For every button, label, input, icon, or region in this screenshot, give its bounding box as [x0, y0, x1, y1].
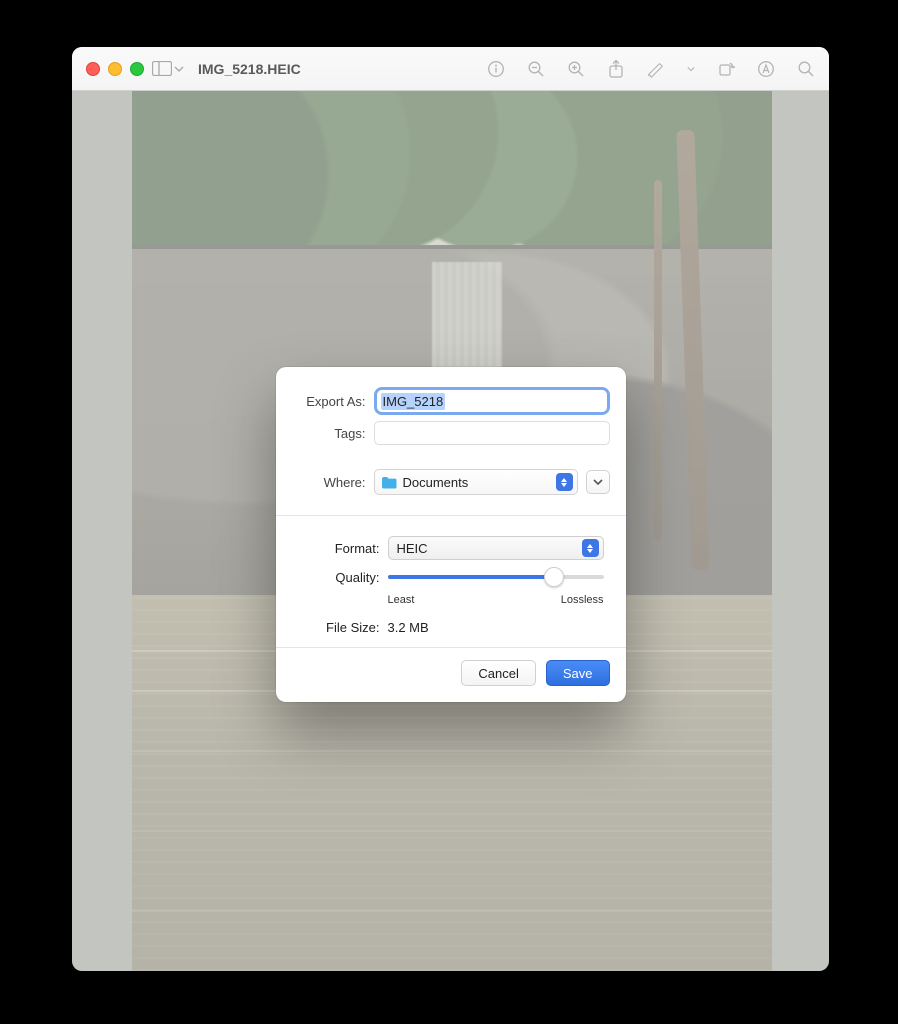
zoom-in-icon — [567, 60, 585, 78]
sidebar-toggle-button[interactable] — [152, 61, 172, 76]
markup-button[interactable] — [647, 60, 665, 78]
window-title: IMG_5218.HEIC — [198, 61, 301, 77]
chevron-down-icon — [592, 477, 604, 487]
zoom-in-button[interactable] — [567, 60, 585, 78]
cancel-button-label: Cancel — [478, 666, 518, 681]
where-stepper — [556, 473, 573, 491]
search-button[interactable] — [797, 60, 815, 78]
quality-max-label: Lossless — [561, 594, 604, 606]
info-icon — [487, 60, 505, 78]
format-value: HEIC — [397, 541, 582, 556]
a-in-circle-icon — [757, 60, 775, 78]
inspector-button[interactable] — [757, 60, 775, 78]
rotate-icon — [717, 60, 735, 78]
zoom-window-button[interactable] — [130, 62, 144, 76]
zoom-out-button[interactable] — [527, 60, 545, 78]
format-popup[interactable]: HEIC — [388, 536, 604, 560]
tags-field[interactable] — [374, 421, 610, 445]
export-as-field[interactable]: IMG_5218 — [377, 390, 607, 412]
chevron-down-icon — [687, 65, 695, 73]
export-sheet: Export As: IMG_5218 Tags: Where: — [276, 367, 626, 702]
minimize-window-button[interactable] — [108, 62, 122, 76]
format-label: Format: — [292, 541, 388, 556]
save-button-label: Save — [563, 666, 593, 681]
traffic-lights — [86, 62, 144, 76]
share-icon — [608, 59, 624, 79]
sidebar-icon — [152, 61, 172, 76]
zoom-out-icon — [527, 60, 545, 78]
export-as-value: IMG_5218 — [381, 393, 446, 410]
expand-save-panel-button[interactable] — [586, 470, 610, 494]
toolbar-right — [487, 60, 815, 78]
slider-thumb-icon — [544, 567, 564, 587]
file-size-label: File Size: — [292, 620, 388, 635]
export-as-label: Export As: — [292, 394, 374, 409]
window-titlebar: IMG_5218.HEIC — [72, 47, 829, 91]
where-popup[interactable]: Documents — [374, 469, 578, 495]
quality-label: Quality: — [292, 570, 388, 585]
sidebar-menu-chevron[interactable] — [174, 61, 184, 76]
export-as-field-focus-ring: IMG_5218 — [374, 387, 610, 415]
close-window-button[interactable] — [86, 62, 100, 76]
share-button[interactable] — [607, 60, 625, 78]
markup-icon — [647, 60, 665, 78]
info-button[interactable] — [487, 60, 505, 78]
rotate-button[interactable] — [717, 60, 735, 78]
preview-window: IMG_5218.HEIC — [72, 47, 829, 971]
where-value: Documents — [403, 475, 556, 490]
tags-label: Tags: — [292, 426, 374, 441]
format-stepper — [582, 539, 599, 557]
cancel-button[interactable]: Cancel — [461, 660, 535, 686]
save-button[interactable]: Save — [546, 660, 610, 686]
quality-min-label: Least — [388, 594, 415, 606]
file-size-value: 3.2 MB — [388, 620, 429, 635]
search-icon — [797, 60, 815, 78]
chevron-down-icon — [174, 65, 184, 73]
quality-slider[interactable] — [388, 566, 604, 588]
folder-icon — [381, 476, 397, 489]
markup-menu-chevron[interactable] — [687, 60, 695, 78]
where-label: Where: — [292, 475, 374, 490]
